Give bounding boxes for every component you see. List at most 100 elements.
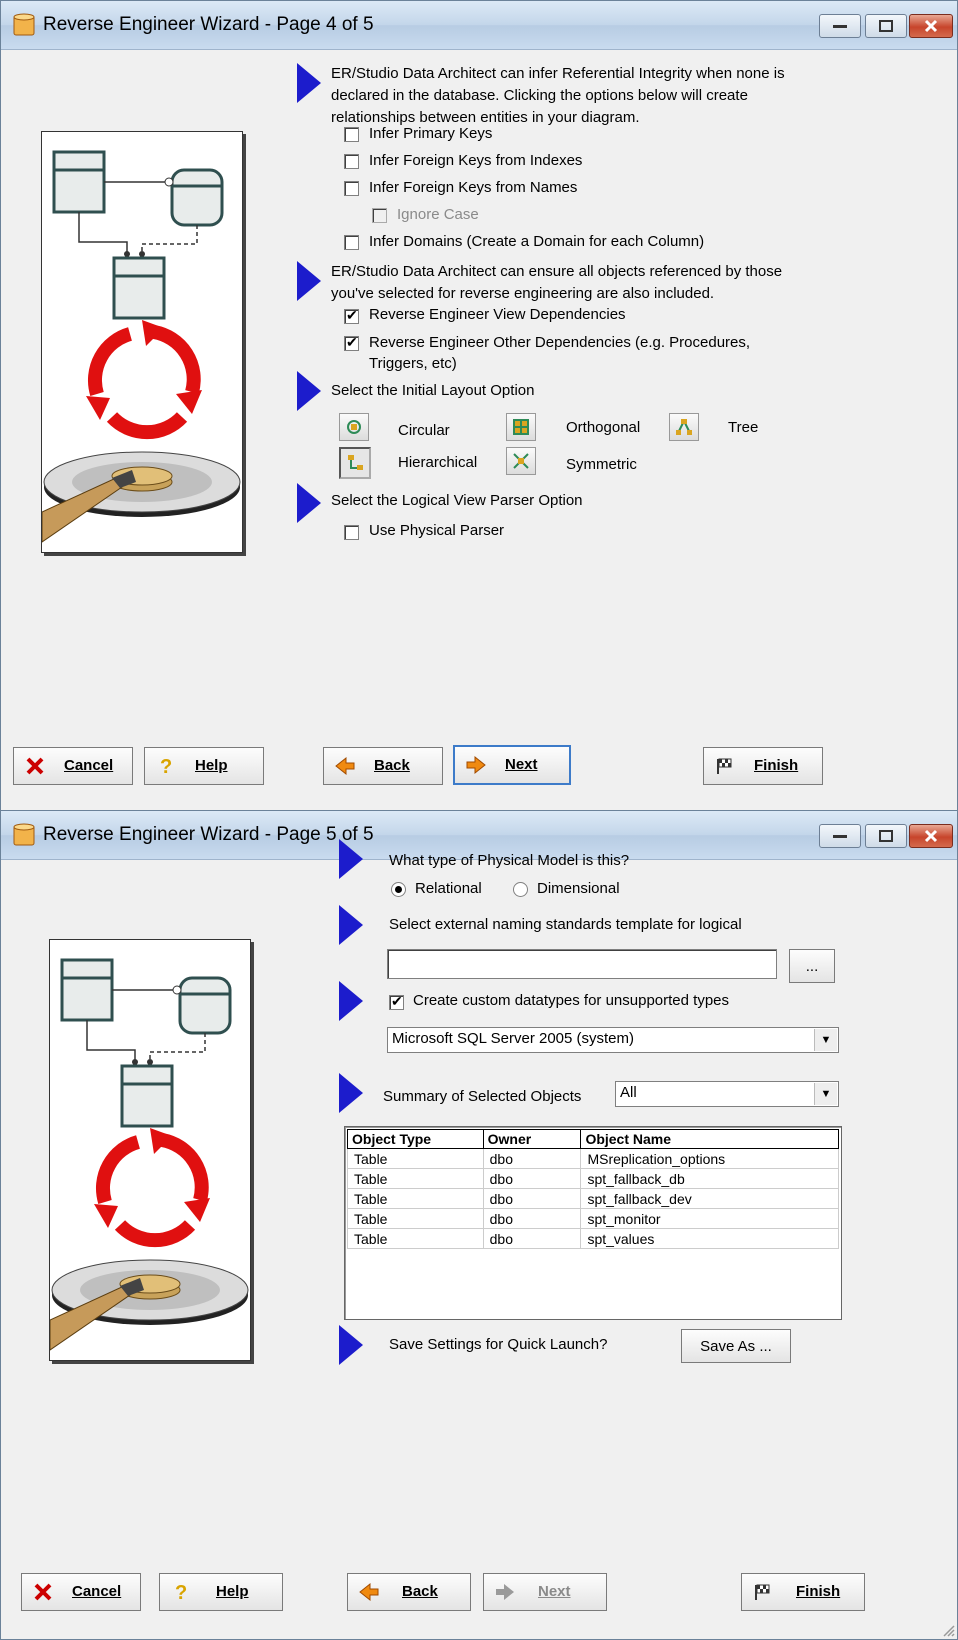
cancel-button[interactable]: Cancel [13,747,133,785]
column-header-object-name[interactable]: Object Name [580,1129,839,1149]
help-button[interactable]: ? Help [144,747,264,785]
back-button[interactable]: Back [347,1573,471,1611]
custom-datatypes-label: Create custom datatypes for unsupported … [413,992,730,1009]
cancel-label: Cancel [64,757,114,774]
window-title: Reverse Engineer Wizard - Page 4 of 5 [43,14,374,35]
minimize-icon [820,825,860,847]
summary-label: Summary of Selected Objects [383,1088,582,1105]
relational-label: Relational [415,880,482,897]
table-row[interactable]: Table dbo MSreplication_options [347,1148,839,1169]
disk-icon [41,451,241,543]
checkered-flag-icon [717,758,732,774]
cancel-label: Cancel [72,1583,122,1600]
checkered-flag-icon [755,1584,770,1600]
symmetric-layout-icon [513,453,529,469]
circular-layout-button[interactable] [339,413,369,441]
resize-grip-icon[interactable] [941,1623,955,1637]
finish-button[interactable]: Finish [703,747,823,785]
tree-layout-button[interactable] [669,413,699,441]
orthogonal-layout-button[interactable] [506,413,536,441]
next-arrow-icon [496,1584,514,1600]
maximize-icon [866,15,906,37]
wizard-illustration [49,939,251,1361]
finish-label: Finish [754,757,799,774]
close-button[interactable] [909,14,953,38]
save-as-button[interactable]: Save As ... [681,1329,791,1363]
help-button[interactable]: ? Help [159,1573,283,1611]
cancel-button[interactable]: Cancel [21,1573,141,1611]
section-arrow-icon [339,981,363,1021]
next-button[interactable]: Next [483,1573,607,1611]
summary-filter-value: All [620,1084,637,1101]
wizard-window-page-5: Reverse Engineer Wizard - Page 5 of 5 Wh… [0,810,958,1640]
illustration-graphic [49,958,249,1351]
datatype-mapping-select[interactable]: Microsoft SQL Server 2005 (system) ▼ [387,1027,839,1053]
cell-owner: dbo [482,1148,582,1169]
cell-object-name: spt_fallback_dev [580,1188,839,1209]
summary-filter-select[interactable]: All ▼ [615,1081,839,1107]
table-row[interactable]: Table dbo spt_monitor [347,1208,839,1229]
help-label: Help [216,1583,249,1600]
naming-template-input[interactable] [387,949,777,979]
window-title: Reverse Engineer Wizard - Page 5 of 5 [43,824,374,845]
minimize-button[interactable] [819,824,861,848]
infer-primary-keys-label: Infer Primary Keys [369,125,493,142]
cell-object-name: spt_values [580,1228,839,1249]
infer-fk-indexes-checkbox[interactable] [344,154,359,169]
ignore-case-label: Ignore Case [397,206,479,223]
cell-object-type: Table [347,1208,484,1229]
next-arrow-icon [466,755,486,775]
circular-layout-icon [347,420,361,434]
custom-datatypes-checkbox[interactable] [389,993,404,1010]
dimensional-label: Dimensional [537,880,620,897]
cell-object-type: Table [347,1188,484,1209]
svg-text:?: ? [175,1582,187,1602]
database-icon [13,823,35,846]
minimize-button[interactable] [819,14,861,38]
close-icon [910,825,952,847]
maximize-button[interactable] [865,14,907,38]
close-button[interactable] [909,824,953,848]
infer-domains-checkbox[interactable] [344,235,359,250]
column-header-owner[interactable]: Owner [482,1129,582,1149]
re-other-dependencies-checkbox[interactable] [344,334,359,351]
ignore-case-checkbox[interactable] [372,208,387,223]
layout-heading: Select the Initial Layout Option [331,382,535,399]
re-view-dependencies-label: Reverse Engineer View Dependencies [369,306,626,323]
maximize-button[interactable] [865,824,907,848]
re-view-dependencies-checkbox[interactable] [344,307,359,324]
finish-button[interactable]: Finish [741,1573,865,1611]
symmetric-layout-button[interactable] [506,447,536,475]
table-row[interactable]: Table dbo spt_fallback_dev [347,1188,839,1209]
column-header-object-type[interactable]: Object Type [347,1129,484,1149]
browse-button[interactable]: ... [789,949,835,983]
table-row[interactable]: Table dbo spt_fallback_db [347,1168,839,1189]
section-arrow-icon [297,261,321,301]
infer-fk-names-checkbox[interactable] [344,181,359,196]
dimensional-radio[interactable] [513,882,528,897]
circular-label: Circular [398,422,450,439]
infer-primary-keys-checkbox[interactable] [344,127,359,142]
parser-heading: Select the Logical View Parser Option [331,492,583,509]
next-button[interactable]: Next [453,745,571,785]
cell-object-type: Table [347,1228,484,1249]
relational-radio[interactable] [391,882,406,897]
table-row[interactable]: Table dbo spt_values [347,1228,839,1249]
recycle-icon [86,320,202,440]
back-arrow-icon [359,1582,379,1602]
wizard-window-page-4: Reverse Engineer Wizard - Page 4 of 5 ER… [0,0,958,812]
next-label: Next [505,756,538,773]
chevron-down-icon: ▼ [814,1083,837,1105]
back-arrow-icon [335,756,355,776]
use-physical-parser-checkbox[interactable] [344,525,359,540]
table-header-row: Object Type Owner Object Name [347,1129,839,1149]
use-physical-parser-label: Use Physical Parser [369,522,505,539]
hierarchical-layout-button[interactable] [339,447,371,479]
hierarchical-layout-icon [348,455,363,470]
save-settings-label: Save Settings for Quick Launch? [389,1336,608,1353]
back-label: Back [374,757,410,774]
minimize-icon [820,15,860,37]
back-button[interactable]: Back [323,747,443,785]
help-icon: ? [160,756,172,776]
section-arrow-icon [297,63,321,103]
